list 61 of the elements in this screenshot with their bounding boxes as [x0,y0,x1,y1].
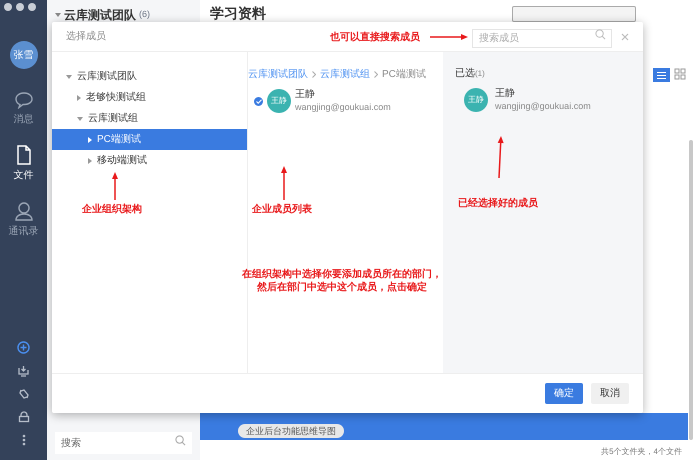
member-name: 王静 [495,88,516,100]
search-icon [595,28,606,40]
caret-right-icon[interactable] [77,94,81,100]
user-avatar: 王静 [464,88,488,112]
add-icon[interactable] [17,341,30,354]
annotation-text: 也可以直接搜索成员 [330,30,420,45]
caret-right-icon[interactable] [88,136,92,142]
annotation-text: 企业组织架构 [82,202,142,217]
selected-heading: 已选 [455,66,475,81]
arrow [430,34,468,40]
selected-count: (1) [475,68,485,80]
team-title: 云库测试团队 [64,7,136,24]
arrow [112,172,118,200]
breadcrumb-link[interactable]: 云库测试团队 [248,67,308,82]
breadcrumb-link[interactable]: 云库测试组 [320,67,370,82]
person-icon [14,201,32,221]
status-text: 共5个文件夹，4个文件 [601,446,682,458]
chevron-right-icon [312,71,316,78]
member-name: 王静 [295,89,316,101]
user-avatar: 王静 [267,89,291,113]
checkbox[interactable] [254,96,263,106]
search-field[interactable]: 搜索成员 [472,28,612,48]
caret-right-icon[interactable] [88,158,92,164]
breadcrumb-item: PC端测试 [382,68,426,82]
file-icon [16,145,32,165]
lock-icon[interactable] [18,411,30,423]
cancel-button[interactable]: 取消 [591,383,629,404]
nav-item[interactable]: 通讯录 [8,201,38,239]
caret-down-icon[interactable] [66,74,72,78]
nav-item[interactable]: 文件 [14,145,34,183]
tree-item[interactable]: 老够快测试组 [52,87,247,108]
grid-view-icon[interactable] [674,68,686,80]
caret-down-icon[interactable] [77,116,83,120]
caret-down-icon[interactable] [55,13,61,17]
tree-item[interactable]: 云库测试团队 [52,66,247,87]
scrollbar[interactable] [689,140,693,440]
tree-item[interactable]: 移动端测试 [52,150,247,171]
annotation-text: 在组织架构中选择你要添加成员所在的部门，然后在部门中选中这个成员，点击确定 [240,268,443,294]
annotation-text: 企业成员列表 [252,202,312,217]
annotation-text: 已经选择好的成员 [458,196,538,211]
confirm-button[interactable]: 确定 [545,383,583,404]
arrow [281,166,287,200]
dialog-title: 选择成员 [66,30,106,44]
tree-item[interactable]: PC端测试 [52,129,247,150]
nav-item[interactable]: 消息 [14,91,34,127]
more-icon[interactable] [22,434,26,446]
chat-icon [14,91,34,109]
banner-tag[interactable]: 企业后台功能思维导图 [238,424,344,438]
member-email: wangjing@goukuai.com [495,100,591,112]
member-count: (6) [139,8,150,22]
tree-item[interactable]: 云库测试组 [52,108,247,129]
member-email: wangjing@goukuai.com [295,101,391,113]
search-icon [175,434,186,446]
search-field[interactable]: 搜索 [55,432,192,454]
chevron-right-icon [374,71,378,78]
toolbar-field[interactable] [512,6,636,22]
list-view-icon[interactable] [653,68,670,82]
arrow [498,136,504,178]
folder-title: 学习资料 [210,4,266,23]
user-avatar[interactable]: 张雪 [10,41,38,69]
download-icon[interactable] [17,365,30,377]
